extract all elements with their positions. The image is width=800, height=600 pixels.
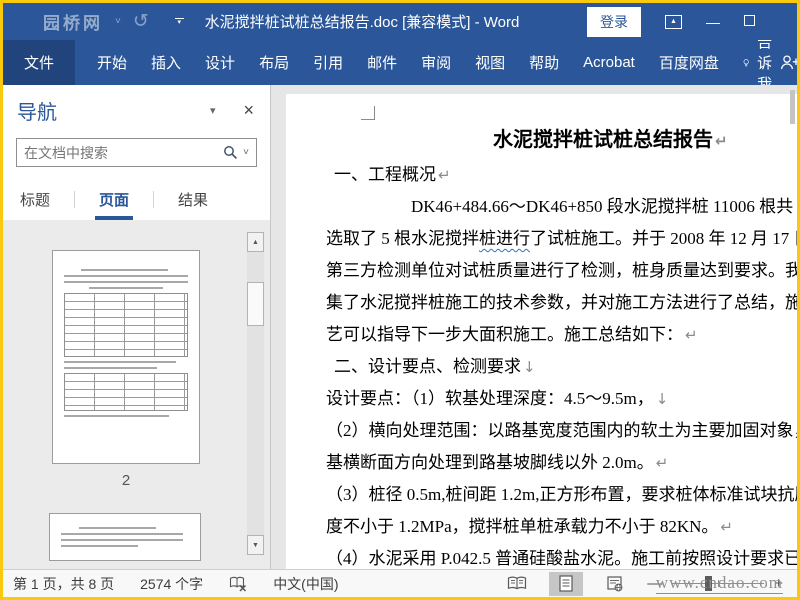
document-line[interactable]: 二、设计要点、检测要求 ↓: [326, 351, 797, 383]
tab-view[interactable]: 视图: [463, 40, 517, 85]
document-line[interactable]: 基横断面方向处理到路基坡脚线以外 2.0m。 ↵: [326, 447, 797, 479]
tab-separator: [153, 190, 155, 208]
print-layout-icon: [559, 575, 573, 592]
person-add-icon: [780, 55, 797, 70]
document-search-box[interactable]: ˅: [16, 138, 257, 167]
margin-crop-mark: [361, 106, 375, 120]
page-thumbnail-2[interactable]: [52, 250, 200, 464]
read-mode-icon: [508, 576, 527, 590]
nav-tab-headings[interactable]: 标题: [17, 178, 53, 220]
print-layout-button[interactable]: [549, 571, 584, 596]
document-line[interactable]: （3）桩径 0.5m,桩间距 1.2m,正方形布置，要求桩体标准试块抗压强: [326, 479, 797, 511]
nav-tab-results[interactable]: 结果: [175, 178, 211, 220]
site-watermark: www.cndao.com: [655, 573, 783, 594]
workspace: 导航 ▾ × ˅ 标题 页面 结果: [3, 85, 797, 569]
tab-insert[interactable]: 插入: [139, 40, 193, 85]
thumbnail-text-line: [64, 361, 176, 363]
tab-separator: [74, 190, 76, 208]
thumbnail-table: [64, 373, 188, 411]
document-line[interactable]: 设计要点：（1）软基处理深度：4.5～9.5m， ↓: [326, 383, 797, 415]
scrollbar-thumb[interactable]: [247, 282, 264, 326]
thumbnail-text-line: [61, 533, 183, 535]
document-line[interactable]: （4）水泥采用 P.042.5 普通硅酸盐水泥。施工前按照设计要求已经: [326, 543, 797, 569]
thumbnail-text-line: [64, 415, 170, 417]
status-bar-left: 第 1 页，共 8 页 2574 个字 中文(中国): [13, 574, 339, 594]
thumbnail-text-line: [64, 367, 157, 369]
document-line[interactable]: （2）横向处理范围：以路基宽度范围内的软土为主要加固对象，路: [326, 415, 797, 447]
thumbnail-text-line: [78, 527, 156, 529]
thumbnail-text-line: [61, 545, 138, 547]
lightbulb-icon: [743, 58, 749, 66]
language-indicator[interactable]: 中文(中国): [273, 574, 338, 594]
ribbon-tab-bar: 文件 开始 插入 设计 布局 引用 邮件 审阅 视图 帮助 Acrobat 百度…: [3, 34, 797, 93]
document-scrollbar-thumb[interactable]: [790, 90, 795, 124]
tab-design[interactable]: 设计: [193, 40, 247, 85]
page-thumbnails-panel: 2 ▲ ▼: [3, 220, 270, 569]
navigation-pane-title: 导航: [17, 101, 57, 124]
thumbnail-text-line: [64, 281, 188, 283]
document-area: 水泥搅拌桩试桩总结报告 ↵ 一、工程概况 ↵ DK46+484.66～DK46+85…: [271, 85, 797, 569]
document-title-text: 水泥搅拌桩试桩总结报告: [493, 129, 713, 151]
tab-file[interactable]: 文件: [3, 40, 76, 85]
search-options-icon[interactable]: ˅: [243, 147, 249, 158]
navigation-pane: 导航 ▾ × ˅ 标题 页面 结果: [3, 85, 271, 569]
page-thumbnail-3-partial[interactable]: [49, 513, 201, 561]
tab-layout[interactable]: 布局: [247, 40, 301, 85]
scroll-up-icon[interactable]: ▲: [247, 232, 264, 252]
search-icon[interactable]: [223, 145, 238, 160]
maximize-icon: [744, 14, 755, 26]
document-line[interactable]: 艺可以指导下一步大面积施工。施工总结如下： ↵: [326, 319, 797, 351]
ribbon-display-options-icon[interactable]: ▲: [665, 14, 682, 29]
document-heading[interactable]: 水泥搅拌桩试桩总结报告 ↵: [326, 122, 797, 159]
web-layout-button[interactable]: [598, 572, 632, 596]
minimize-button[interactable]: —: [706, 14, 720, 30]
title-bar: 园桥网 ˅ ↺ ▾ 水泥搅拌桩试桩总结报告.doc [兼容模式] - Word …: [3, 3, 797, 40]
spellcheck-squiggle: 桩进行: [479, 229, 530, 248]
tab-help[interactable]: 帮助: [517, 40, 571, 85]
thumbnail-table: [64, 293, 188, 357]
read-mode-button[interactable]: [500, 572, 534, 596]
proofing-errors-icon[interactable]: [229, 576, 247, 592]
sign-in-button[interactable]: 登录: [587, 6, 641, 37]
document-line[interactable]: DK46+484.66～DK46+850 段水泥搅拌桩 11006 根共 811…: [326, 191, 797, 223]
tab-review[interactable]: 审阅: [409, 40, 463, 85]
titlebar-controls: 登录 ▲ —: [587, 3, 755, 40]
navigation-tabs: 标题 页面 结果: [3, 178, 270, 220]
document-line[interactable]: 第三方检测单位对试桩质量进行了检测，桩身质量达到要求。我部收: [326, 255, 797, 287]
tab-baidu-netdisk[interactable]: 百度网盘: [647, 40, 731, 85]
application-window: 园桥网 ˅ ↺ ▾ 水泥搅拌桩试桩总结报告.doc [兼容模式] - Word …: [0, 0, 800, 600]
tab-references[interactable]: 引用: [301, 40, 355, 85]
thumbnails-scrollbar[interactable]: ▲ ▼: [247, 232, 264, 555]
document-page[interactable]: 水泥搅拌桩试桩总结报告 ↵ 一、工程概况 ↵ DK46+484.66～DK46+85…: [286, 94, 797, 569]
page-number-indicator[interactable]: 第 1 页，共 8 页: [13, 574, 114, 594]
document-line[interactable]: 选取了 5 根水泥搅拌桩进行了试桩施工。并于 2008 年 12 月 17 日由: [326, 223, 797, 255]
document-line[interactable]: 集了水泥搅拌桩施工的技术参数，并对施工方法进行了总结，施工工: [326, 287, 797, 319]
search-input[interactable]: [17, 144, 224, 161]
document-line[interactable]: 度不小于 1.2MPa，搅拌桩单桩承载力不小于 82KN。 ↵: [326, 511, 797, 543]
thumbnail-text-line: [81, 269, 169, 271]
nav-tab-pages[interactable]: 页面: [95, 178, 134, 220]
tab-acrobat[interactable]: Acrobat: [571, 40, 647, 85]
scroll-down-icon[interactable]: ▼: [247, 535, 264, 555]
arrow-up-icon: ▲: [670, 18, 677, 25]
maximize-button[interactable]: [744, 13, 755, 31]
navigation-pane-close-icon[interactable]: ×: [243, 100, 254, 121]
thumbnail-page-number: 2: [121, 472, 131, 489]
tab-home[interactable]: 开始: [85, 40, 139, 85]
share-button[interactable]: [779, 54, 797, 71]
document-line[interactable]: 一、工程概况 ↵: [326, 159, 797, 191]
thumbnail-text-line: [61, 539, 183, 541]
word-count-indicator[interactable]: 2574 个字: [140, 574, 203, 594]
navigation-pane-menu-icon[interactable]: ▾: [204, 104, 222, 117]
tab-mailings[interactable]: 邮件: [355, 40, 409, 85]
thumbnail-text-line: [88, 287, 164, 289]
navigation-pane-header: 导航 ▾ ×: [3, 85, 270, 135]
thumbnail-text-line: [64, 275, 188, 277]
paragraph-mark: ↵: [715, 132, 728, 150]
web-layout-icon: [607, 575, 623, 591]
